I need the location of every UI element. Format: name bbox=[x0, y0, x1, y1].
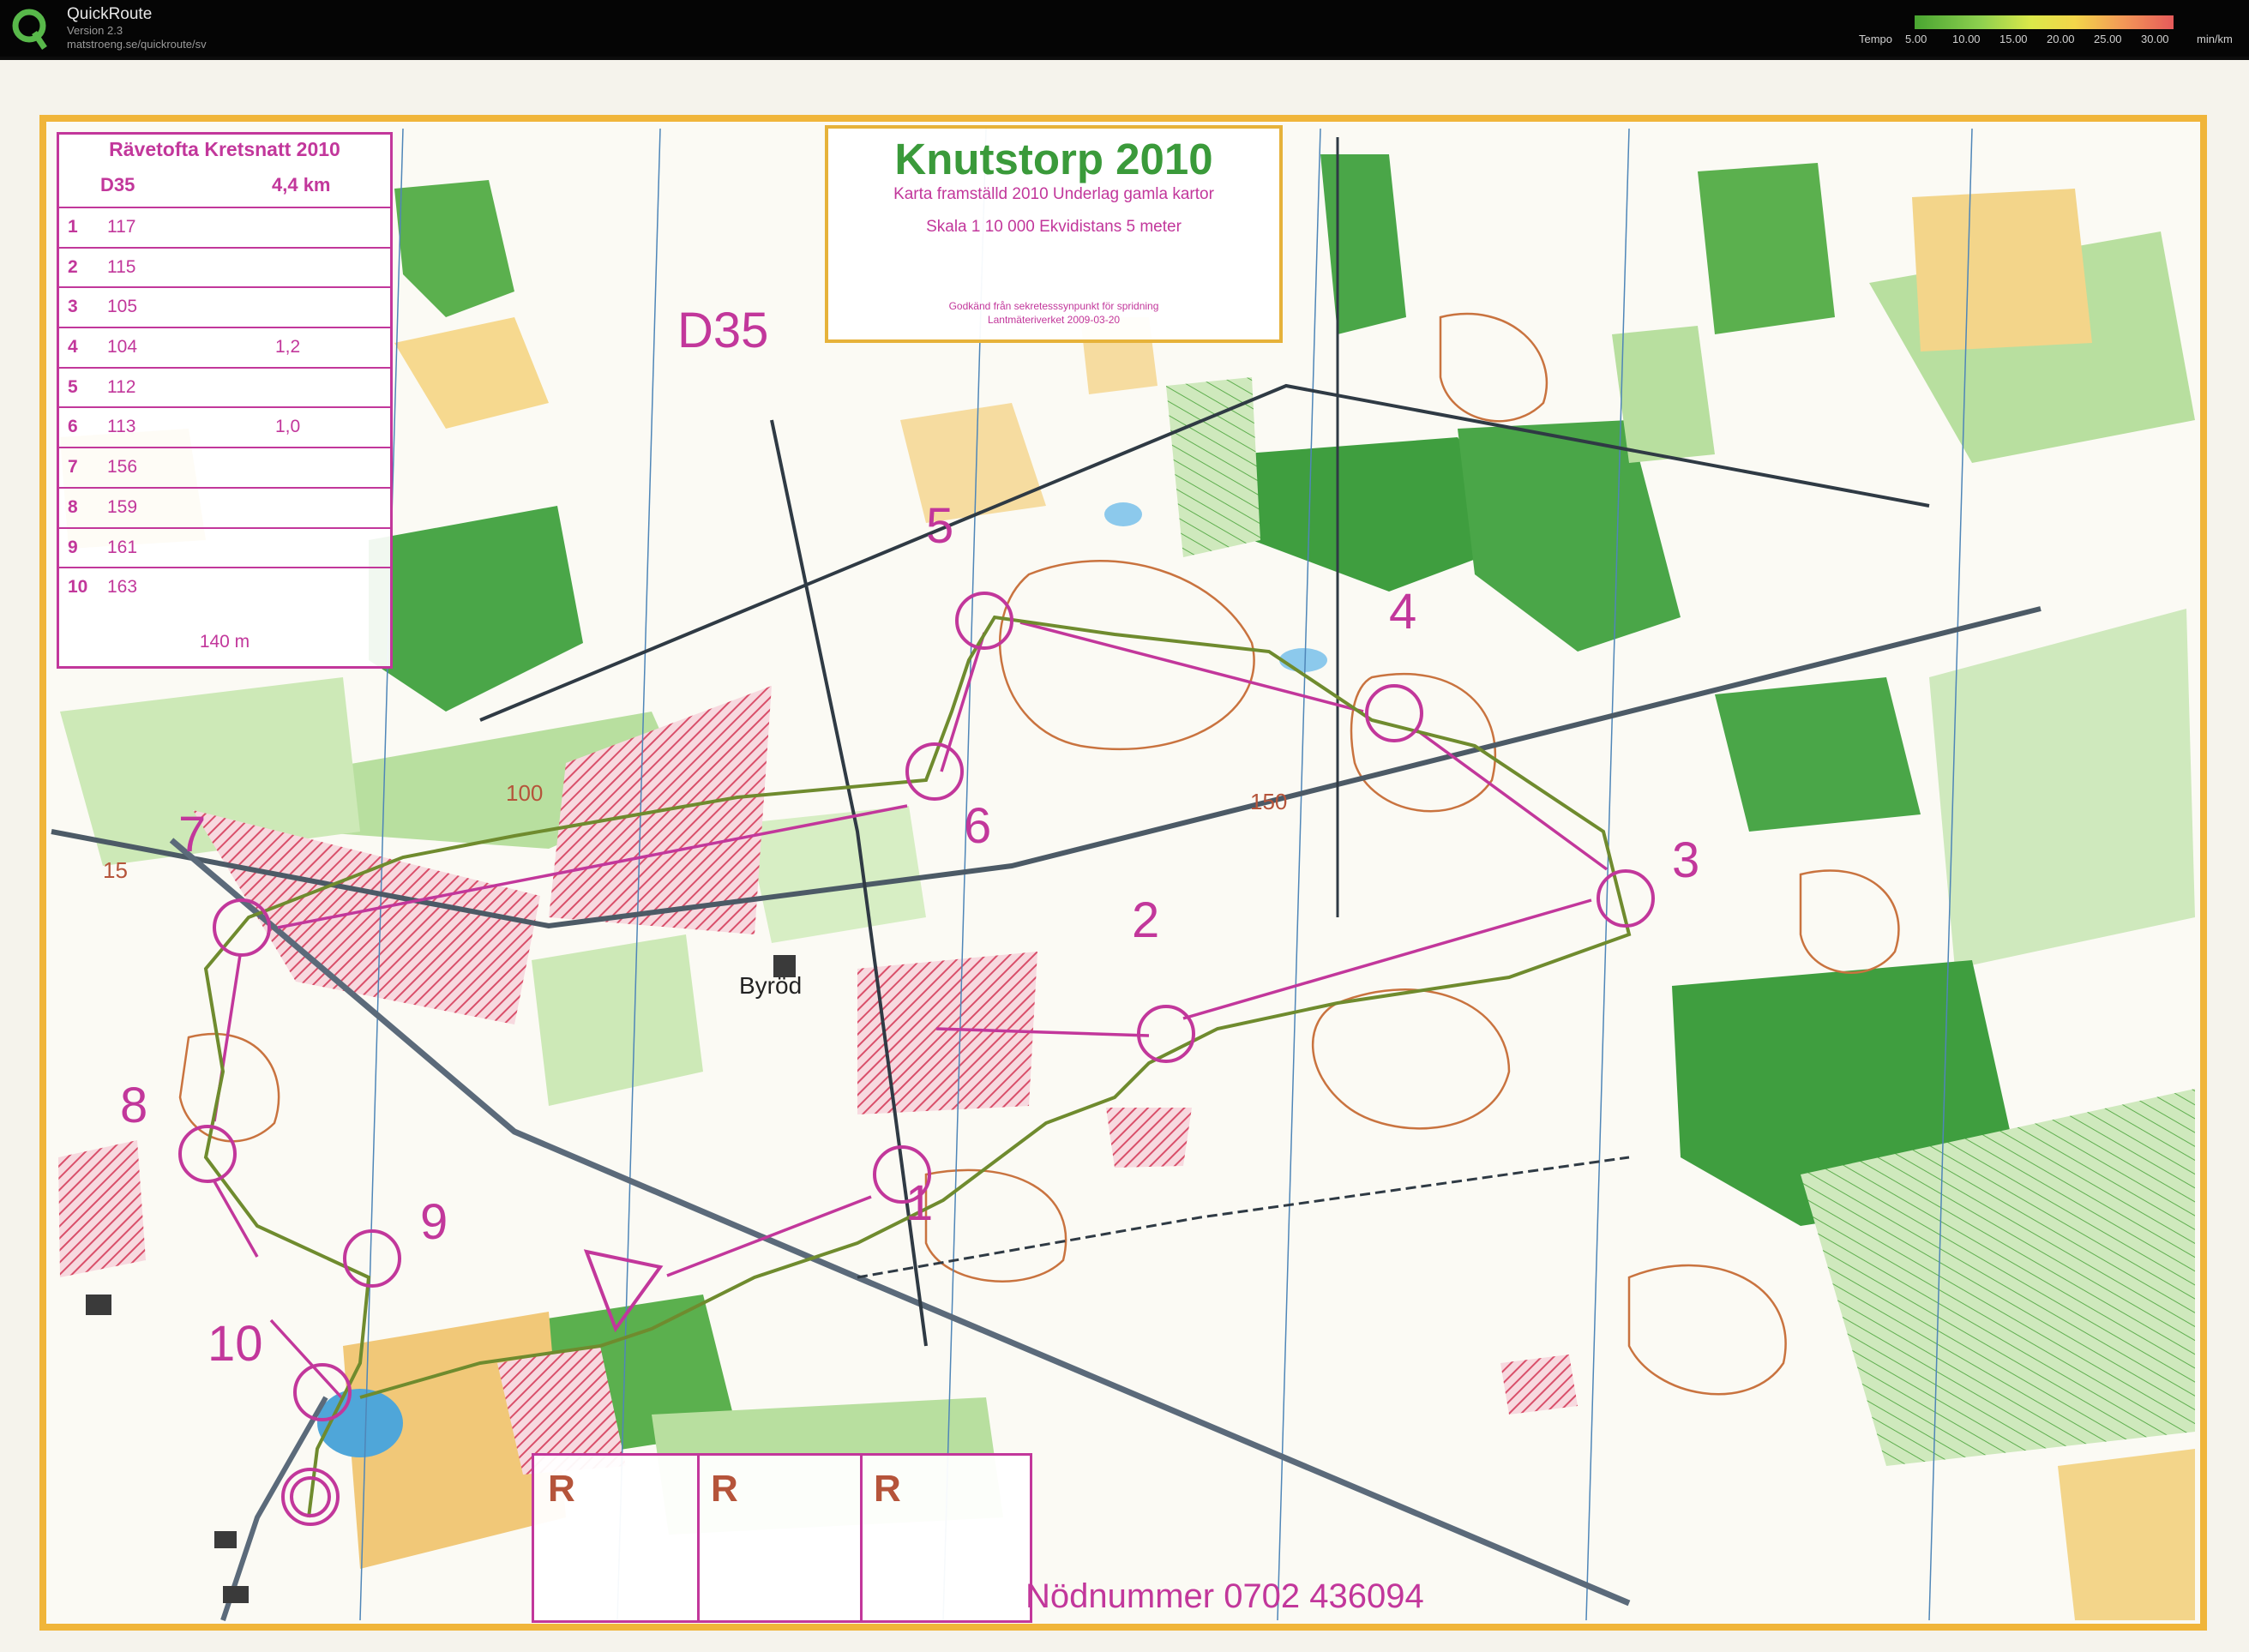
map-title-box: Knutstorp 2010 Karta framställd 2010 Und… bbox=[825, 125, 1283, 343]
legend-code: 115 bbox=[107, 256, 136, 277]
tempo-label: Tempo bbox=[1859, 33, 1893, 45]
tempo-tick: 25.00 bbox=[2094, 33, 2122, 45]
legend-num: 3 bbox=[68, 297, 78, 317]
control-number: 2 bbox=[1132, 892, 1160, 948]
legend-table: 1 117 2 115 3 105 4 104 1,2 5 112 6 113 1,0 7 156… bbox=[59, 207, 390, 607]
map-approval-1: Godkänd från sekretesssynpunkt för sprid… bbox=[948, 300, 1159, 312]
control-number: 3 bbox=[1672, 832, 1700, 888]
control-number: 4 bbox=[1389, 584, 1417, 640]
legend-dist: 1,2 bbox=[275, 337, 301, 357]
legend-code: 104 bbox=[107, 337, 138, 357]
r-box: R bbox=[697, 1456, 863, 1620]
map-subtitle-1: Karta framställd 2010 Underlag gamla kar… bbox=[893, 185, 1214, 203]
tempo-unit: min/km bbox=[2197, 33, 2233, 45]
tempo-color-scale bbox=[1915, 15, 2174, 29]
legend-num: 6 bbox=[68, 417, 78, 437]
quickroute-logo-icon bbox=[12, 9, 47, 50]
control-number: 7 bbox=[178, 807, 207, 862]
app-url[interactable]: matstroeng.se/quickroute/sv bbox=[67, 38, 207, 51]
legend-row: 10 163 bbox=[59, 567, 390, 607]
map-approval-2: Lantmäteriverket 2009-03-20 bbox=[987, 314, 1121, 326]
tempo-tick: 15.00 bbox=[1999, 33, 2028, 45]
legend-num: 4 bbox=[68, 337, 78, 357]
legend-num: 5 bbox=[68, 376, 78, 397]
legend-code: 112 bbox=[107, 376, 136, 397]
r-label: R bbox=[548, 1468, 575, 1510]
legend-row: 1 117 bbox=[59, 207, 390, 247]
legend-code: 113 bbox=[107, 417, 136, 437]
legend-num: 1 bbox=[68, 217, 78, 237]
legend-dist: 1,0 bbox=[275, 417, 301, 437]
r-box: R bbox=[860, 1456, 1023, 1620]
emergency-number: Nödnummer 0702 436094 bbox=[1025, 1577, 1424, 1615]
control-number: 6 bbox=[964, 798, 992, 854]
legend-row: 7 156 bbox=[59, 447, 390, 487]
control-number: 5 bbox=[926, 498, 954, 554]
legend-footer: 140 m bbox=[199, 632, 250, 652]
control-number: 8 bbox=[120, 1078, 148, 1133]
legend-code: 161 bbox=[107, 537, 138, 557]
contour-label: 100 bbox=[506, 780, 544, 806]
r-label: R bbox=[874, 1468, 901, 1510]
tempo-tick: 30.00 bbox=[2141, 33, 2169, 45]
legend-code: 105 bbox=[107, 297, 138, 317]
place-label: Byröd bbox=[739, 972, 803, 999]
contour-label: 150 bbox=[1250, 789, 1288, 814]
contour-label: 15 bbox=[103, 857, 128, 883]
legend-row: 3 105 bbox=[59, 286, 390, 327]
control-description-card: Rävetofta Kretsnatt 2010 D35 4,4 km 1 117… bbox=[57, 132, 393, 669]
legend-num: 2 bbox=[68, 256, 78, 277]
quickroute-toolbar: QuickRoute Version 2.3 matstroeng.se/qui… bbox=[0, 0, 2249, 57]
legend-row: 8 159 bbox=[59, 486, 390, 527]
map-title: Knutstorp 2010 bbox=[894, 135, 1213, 183]
legend-row: 6 113 1,0 bbox=[59, 406, 390, 447]
legend-num: 7 bbox=[68, 457, 78, 478]
legend-num: 9 bbox=[68, 537, 78, 557]
legend-row: 2 115 bbox=[59, 246, 390, 287]
r-label: R bbox=[711, 1468, 738, 1510]
tempo-tick: 10.00 bbox=[1952, 33, 1981, 45]
legend-code: 117 bbox=[107, 217, 136, 237]
legend-num: 10 bbox=[68, 577, 88, 598]
control-number: 10 bbox=[207, 1316, 263, 1372]
rogaining-boxes: R R R bbox=[532, 1453, 1032, 1623]
legend-num: 8 bbox=[68, 496, 78, 517]
course-label: D35 bbox=[677, 303, 769, 358]
legend-row: 9 161 bbox=[59, 526, 390, 568]
legend-title: Rävetofta Kretsnatt 2010 bbox=[109, 138, 340, 160]
app-version: Version 2.3 bbox=[67, 24, 123, 37]
app-title: QuickRoute bbox=[67, 5, 153, 23]
legend-code: 159 bbox=[107, 496, 138, 517]
r-box: R bbox=[534, 1456, 700, 1620]
map-subtitle-2: Skala 1 10 000 Ekvidistans 5 meter bbox=[926, 218, 1182, 236]
tempo-tick: 5.00 bbox=[1905, 33, 1927, 45]
tempo-ticks: 5.00 10.00 15.00 20.00 25.00 30.00 bbox=[1905, 33, 2188, 46]
control-number: 1 bbox=[905, 1175, 934, 1231]
legend-code: 156 bbox=[107, 457, 138, 478]
legend-code: 163 bbox=[107, 577, 138, 598]
legend-row: 5 112 bbox=[59, 366, 390, 407]
legend-length: 4,4 km bbox=[272, 174, 331, 195]
legend-row: 4 104 1,2 bbox=[59, 327, 390, 367]
legend-class: D35 bbox=[100, 174, 135, 195]
tempo-tick: 20.00 bbox=[2047, 33, 2075, 45]
control-number: 9 bbox=[420, 1194, 448, 1250]
